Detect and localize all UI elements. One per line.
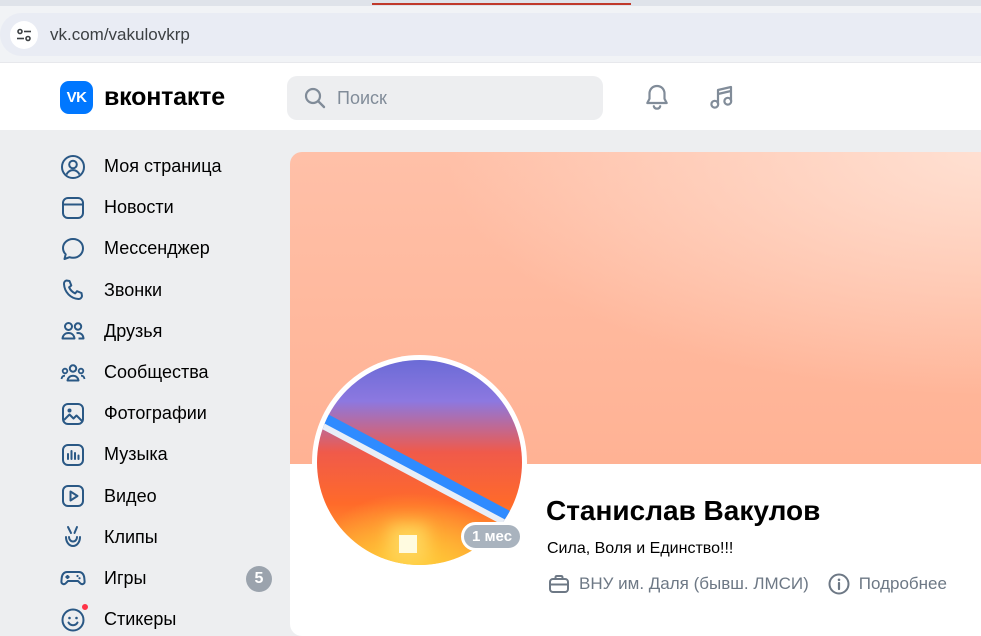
- menu-item-my-page[interactable]: Моя страница: [60, 146, 280, 187]
- menu-item-label: Сообщества: [104, 362, 209, 383]
- games-count-badge: 5: [246, 565, 272, 592]
- details-label: Подробнее: [858, 574, 947, 593]
- video-icon: [60, 482, 94, 510]
- menu-item-label: Друзья: [104, 320, 163, 341]
- vk-header: VK вконтакте: [0, 62, 981, 130]
- menu-item-label: Клипы: [104, 526, 158, 547]
- search-icon: [304, 87, 326, 109]
- bell-icon: [646, 84, 668, 110]
- notifications-button[interactable]: [640, 80, 674, 114]
- profile-education[interactable]: ВНУ им. Даля (бывш. ЛМСИ): [579, 574, 809, 594]
- active-tab-indicator: [372, 3, 631, 5]
- site-settings-icon[interactable]: [10, 20, 38, 49]
- profile-name: Станислав Вакулов: [546, 495, 821, 526]
- menu-item-music[interactable]: Музыка: [60, 434, 280, 475]
- photos-icon: [60, 400, 94, 428]
- menu-item-label: Музыка: [104, 444, 168, 465]
- friends-icon: [60, 317, 94, 345]
- menu-item-video[interactable]: Видео: [60, 476, 280, 517]
- address-bar[interactable]: vk.com/vakulovkrp: [0, 13, 981, 56]
- last-seen-badge: 1 мес: [461, 522, 523, 551]
- menu-item-calls[interactable]: Звонки: [60, 270, 280, 311]
- browser-toolbar: vk.com/vakulovkrp: [0, 0, 981, 62]
- menu-item-label: Новости: [104, 197, 174, 218]
- vk-logo-badge: VK: [60, 81, 93, 114]
- menu-item-games[interactable]: Игры 5: [60, 558, 280, 599]
- menu-item-label: Моя страница: [104, 156, 222, 177]
- menu-item-label: Фотографии: [104, 403, 207, 424]
- search-box[interactable]: [287, 76, 603, 120]
- left-menu: Моя страница Новости Мессенджер Звонки Д…: [60, 146, 280, 636]
- menu-item-label: Стикеры: [104, 609, 177, 630]
- menu-item-communities[interactable]: Сообщества: [60, 352, 280, 393]
- briefcase-icon: [547, 572, 571, 596]
- menu-item-label: Видео: [104, 485, 157, 506]
- clips-icon: [60, 523, 94, 551]
- profile-status: Сила, Воля и Единство!!!: [547, 540, 734, 557]
- details-button[interactable]: Подробнее: [827, 572, 947, 596]
- menu-item-news[interactable]: Новости: [60, 187, 280, 228]
- music-button[interactable]: [705, 80, 739, 114]
- music-note-icon: [710, 85, 733, 109]
- url-text[interactable]: vk.com/vakulovkrp: [50, 25, 190, 45]
- menu-item-clips[interactable]: Клипы: [60, 517, 280, 558]
- menu-item-friends[interactable]: Друзья: [60, 311, 280, 352]
- menu-item-stickers[interactable]: Стикеры: [60, 599, 280, 636]
- message-icon: [60, 235, 94, 263]
- search-input[interactable]: [337, 87, 577, 109]
- menu-item-messenger[interactable]: Мессенджер: [60, 228, 280, 269]
- info-icon: [827, 572, 851, 596]
- user-circle-icon: [60, 153, 94, 181]
- gamepad-icon: [60, 564, 94, 592]
- profile-meta: ВНУ им. Даля (бывш. ЛМСИ) Подробнее: [547, 572, 947, 596]
- phone-icon: [60, 276, 94, 304]
- menu-item-label: Звонки: [104, 279, 163, 300]
- menu-item-label: Игры: [104, 567, 147, 588]
- stickers-new-dot: [81, 603, 89, 612]
- newsfeed-icon: [60, 194, 94, 222]
- communities-icon: [60, 359, 94, 387]
- menu-item-label: Мессенджер: [104, 238, 210, 259]
- music-chart-icon: [60, 441, 94, 469]
- sticker-icon: [60, 606, 94, 634]
- vk-logo[interactable]: VK вконтакте: [60, 81, 225, 114]
- vk-logo-text: вконтакте: [104, 83, 225, 111]
- menu-item-photos[interactable]: Фотографии: [60, 393, 280, 434]
